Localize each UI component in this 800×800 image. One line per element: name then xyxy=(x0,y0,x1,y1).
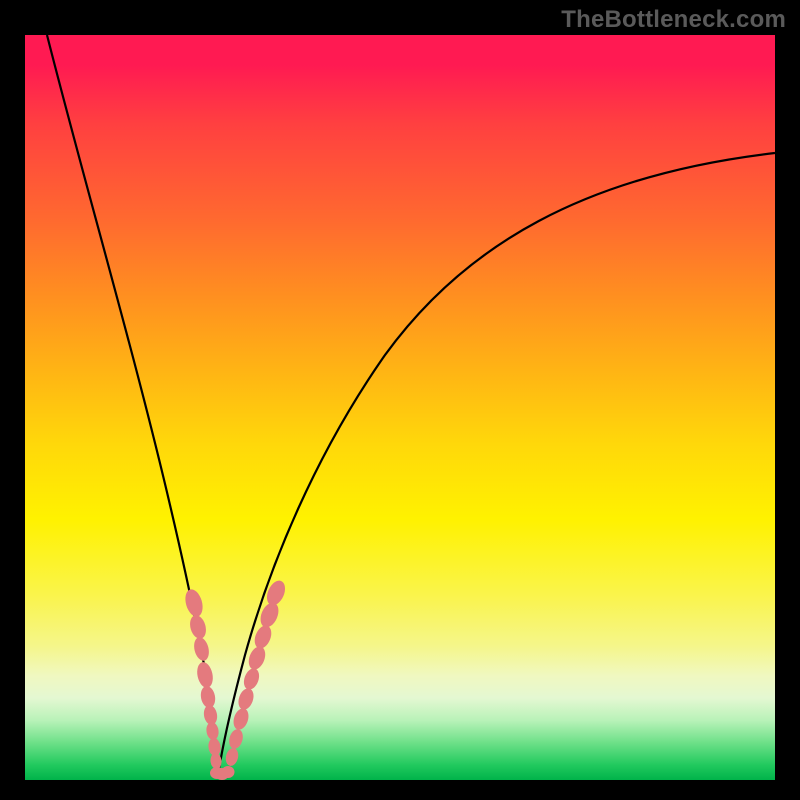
left-curve-line xyxy=(47,35,218,776)
bead xyxy=(241,666,262,691)
bead xyxy=(246,644,269,672)
bead xyxy=(182,587,205,618)
bead xyxy=(195,661,215,690)
bead xyxy=(252,623,275,651)
bead xyxy=(222,766,235,778)
bead xyxy=(231,706,251,731)
bead-cluster xyxy=(182,578,288,780)
bead xyxy=(224,747,240,767)
bead xyxy=(192,636,211,663)
chart-svg xyxy=(25,35,775,780)
watermark-text: TheBottleneck.com xyxy=(561,6,786,34)
bead xyxy=(236,686,256,711)
right-curve-line xyxy=(218,153,775,776)
bead xyxy=(205,721,220,741)
chart-plot-area xyxy=(25,35,775,780)
bead xyxy=(227,728,245,751)
bead xyxy=(187,613,208,640)
